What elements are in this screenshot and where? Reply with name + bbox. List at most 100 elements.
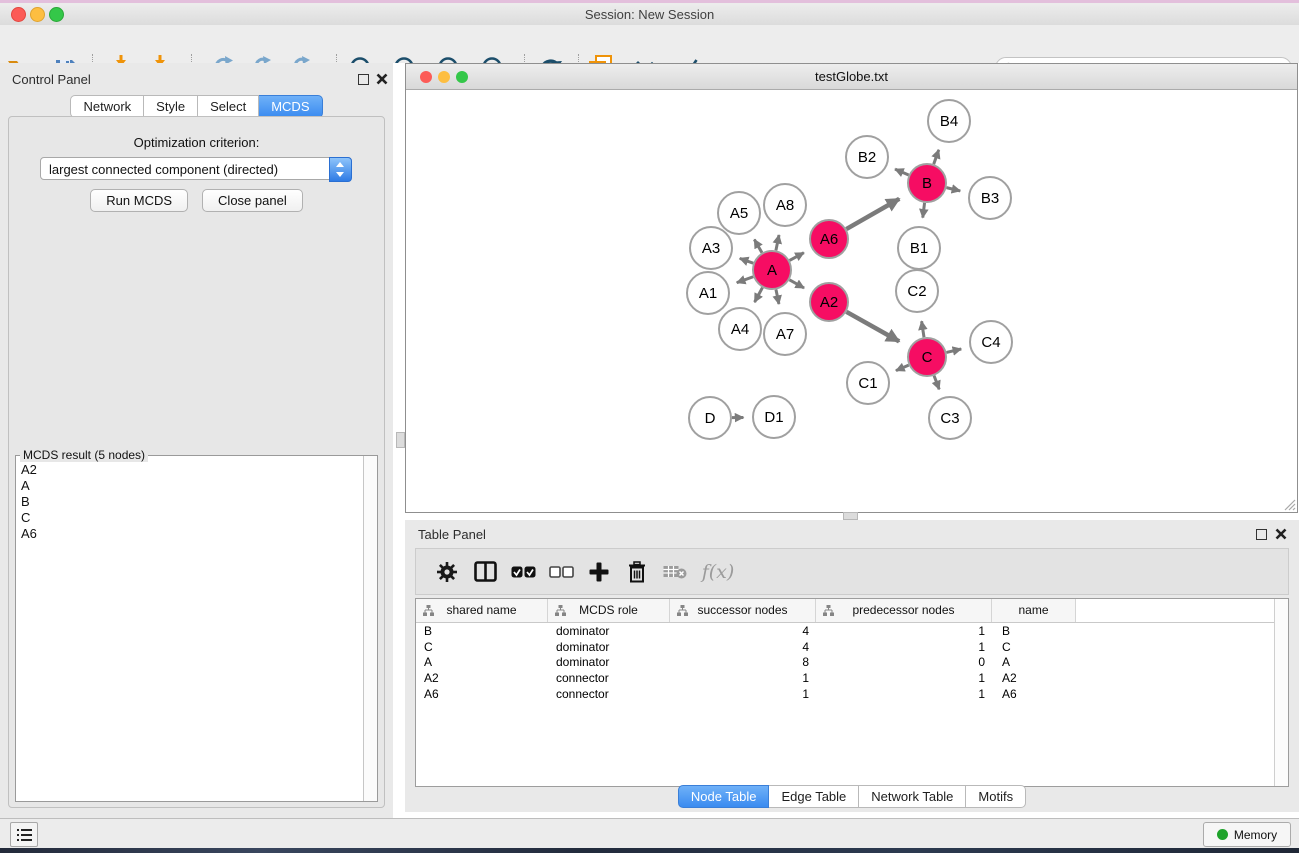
deselect-all-button[interactable] xyxy=(542,566,580,578)
control-panel: Control Panel NetworkStyleSelectMCDS Opt… xyxy=(0,63,393,818)
node-label: A1 xyxy=(699,285,717,302)
attribute-icon xyxy=(823,605,834,616)
tab-network[interactable]: Network xyxy=(70,95,144,118)
network-graph[interactable]: B4B2BB3A8A5A6A3B1AC2A1A2A4A7C4CC1DD1C3 xyxy=(406,90,1297,513)
delete-row-button[interactable] xyxy=(618,561,656,583)
list-icon xyxy=(17,829,32,841)
edge-C-C2[interactable] xyxy=(922,321,924,337)
criterion-select[interactable]: largest connected component (directed) xyxy=(40,157,352,180)
edge-A2-C[interactable] xyxy=(846,312,899,342)
optimization-criterion-label: Optimization criterion: xyxy=(9,135,384,150)
column-header[interactable]: shared name xyxy=(416,599,548,622)
table-settings-button[interactable] xyxy=(428,561,466,583)
table-columns-button[interactable] xyxy=(466,561,504,582)
function-builder-button[interactable]: f(x) xyxy=(694,561,742,583)
attribute-icon xyxy=(555,605,566,616)
tab-style[interactable]: Style xyxy=(144,95,198,118)
edge-A-A2[interactable] xyxy=(789,280,804,288)
result-item[interactable]: C xyxy=(16,510,363,526)
node-label: A6 xyxy=(820,231,838,248)
table-row[interactable]: Bdominator41B xyxy=(416,623,1288,639)
select-stepper-icon[interactable] xyxy=(329,157,352,182)
table-scrollbar[interactable] xyxy=(1274,599,1288,786)
edge-A-A6[interactable] xyxy=(790,253,804,261)
add-row-button[interactable] xyxy=(580,562,618,582)
criterion-value: largest connected component (directed) xyxy=(49,162,278,177)
status-bar: Memory xyxy=(0,818,1299,848)
window-title: Session: New Session xyxy=(0,7,1299,22)
main-toolbar xyxy=(0,25,1299,64)
node-label: C3 xyxy=(940,410,959,427)
splitter-handle[interactable] xyxy=(843,512,858,520)
tab-motifs[interactable]: Motifs xyxy=(966,785,1026,808)
edge-A-A5[interactable] xyxy=(754,239,762,252)
columns-icon xyxy=(474,561,497,582)
edge-C-C3[interactable] xyxy=(934,376,939,390)
table-panel: Table Panel xyxy=(405,520,1299,812)
select-all-button[interactable] xyxy=(504,566,542,578)
node-label: A5 xyxy=(730,205,748,222)
edge-C-C1[interactable] xyxy=(896,365,909,371)
result-item[interactable]: B xyxy=(16,494,363,510)
node-label: C1 xyxy=(858,375,877,392)
node-label: A3 xyxy=(702,240,720,257)
network-canvas[interactable]: B4B2BB3A8A5A6A3B1AC2A1A2A4A7C4CC1DD1C3 xyxy=(406,90,1297,512)
run-mcds-button[interactable]: Run MCDS xyxy=(90,189,188,212)
memory-button[interactable]: Memory xyxy=(1203,822,1291,847)
checked-boxes-icon xyxy=(511,566,536,578)
tab-select[interactable]: Select xyxy=(198,95,259,118)
network-view-window: testGlobe.txt B4B2BB3A8A5A6A3B1AC2A1A2A4… xyxy=(405,63,1298,513)
float-panel-icon[interactable] xyxy=(358,74,369,85)
table-row[interactable]: A6connector11A6 xyxy=(416,686,1288,702)
edge-A-A4[interactable] xyxy=(755,288,763,303)
edge-B-B2[interactable] xyxy=(895,169,909,175)
column-header[interactable]: predecessor nodes xyxy=(816,599,992,622)
edge-A6-B[interactable] xyxy=(846,199,899,229)
node-label: B2 xyxy=(858,149,876,166)
edge-C-C4[interactable] xyxy=(946,349,961,352)
network-window-title: testGlobe.txt xyxy=(406,69,1297,84)
node-label: B xyxy=(922,175,932,192)
column-header[interactable]: name xyxy=(992,599,1076,622)
close-panel-icon[interactable] xyxy=(1275,528,1287,540)
result-item[interactable]: A6 xyxy=(16,526,363,542)
node-label: C2 xyxy=(907,283,926,300)
tab-node-table[interactable]: Node Table xyxy=(678,785,770,808)
attribute-icon xyxy=(677,605,688,616)
node-label: A2 xyxy=(820,294,838,311)
node-label: A8 xyxy=(776,197,794,214)
task-history-button[interactable] xyxy=(10,822,38,847)
edge-B-B3[interactable] xyxy=(946,188,960,191)
main-area: Control Panel NetworkStyleSelectMCDS Opt… xyxy=(0,63,1299,818)
table-header: shared nameMCDS rolesuccessor nodesprede… xyxy=(416,599,1288,623)
tab-edge-table[interactable]: Edge Table xyxy=(769,785,859,808)
table-row[interactable]: A2connector11A2 xyxy=(416,670,1288,686)
column-header[interactable]: successor nodes xyxy=(670,599,816,622)
attribute-icon xyxy=(423,605,434,616)
table-toolbar: f(x) xyxy=(415,548,1289,595)
edge-A-A7[interactable] xyxy=(776,290,779,304)
resize-grip-icon[interactable] xyxy=(1283,498,1296,511)
float-panel-icon[interactable] xyxy=(1256,529,1267,540)
splitter-handle[interactable] xyxy=(396,432,405,448)
edge-A-A1[interactable] xyxy=(737,277,753,283)
edge-B-B1[interactable] xyxy=(923,203,925,218)
tab-network-table[interactable]: Network Table xyxy=(859,785,966,808)
close-panel-button[interactable]: Close panel xyxy=(202,189,303,212)
delete-table-button[interactable] xyxy=(656,564,694,579)
edge-A-A3[interactable] xyxy=(740,258,753,263)
result-item[interactable]: A2 xyxy=(16,462,363,478)
edge-A-A8[interactable] xyxy=(776,235,779,250)
table-row[interactable]: Adominator80A xyxy=(416,655,1288,671)
table-row[interactable]: Cdominator41C xyxy=(416,639,1288,655)
tab-mcds[interactable]: MCDS xyxy=(259,95,322,118)
node-label: A xyxy=(767,262,777,279)
main-titlebar[interactable]: Session: New Session xyxy=(0,3,1299,25)
network-window-titlebar[interactable]: testGlobe.txt xyxy=(406,64,1297,90)
close-panel-icon[interactable] xyxy=(376,73,388,85)
column-header[interactable]: MCDS role xyxy=(548,599,670,622)
edge-B-B4[interactable] xyxy=(934,150,939,164)
result-item[interactable]: A xyxy=(16,478,363,494)
gear-icon xyxy=(436,561,458,583)
mcds-result-scrollbar[interactable] xyxy=(363,456,377,801)
